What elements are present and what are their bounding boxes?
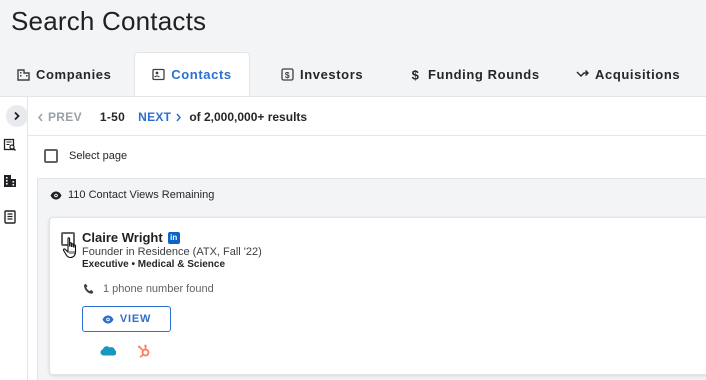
contact-name-row: Claire Wright in <box>82 230 180 245</box>
phone-count: 1 phone number found <box>103 283 214 295</box>
divider <box>28 135 706 136</box>
building-icon[interactable] <box>3 174 17 188</box>
tab-label: Contacts <box>171 67 232 82</box>
svg-text:$: $ <box>412 68 420 81</box>
tab-label: Companies <box>36 66 112 82</box>
side-rail <box>0 97 28 380</box>
hand-cursor-icon <box>62 237 77 259</box>
eye-icon <box>102 315 114 323</box>
chevron-right-icon <box>14 111 20 121</box>
results-list: 110 Contact Views Remaining Claire Wrigh… <box>37 178 706 380</box>
results-count: of 2,000,000+ results <box>189 110 308 124</box>
view-contact-button[interactable]: VIEW <box>82 306 171 332</box>
building-icon <box>17 68 30 81</box>
chevron-left-icon <box>38 113 43 121</box>
contact-tags: Executive • Medical & Science <box>82 259 226 270</box>
results-panel: PREV 1-50 NEXT of 2,000,000+ results Sel… <box>0 96 706 380</box>
contact-name[interactable]: Claire Wright <box>82 230 163 245</box>
tab-label: Funding Rounds <box>428 66 540 82</box>
hubspot-icon[interactable] <box>137 344 151 358</box>
tab-label: Acquisitions <box>595 66 681 82</box>
tab-label: Investors <box>300 66 364 82</box>
salesforce-icon[interactable] <box>100 344 116 358</box>
select-page-label: Select page <box>69 150 128 162</box>
tab-investors[interactable]: $ Investors <box>281 52 363 96</box>
document-icon[interactable] <box>3 210 17 224</box>
dollar-square-icon: $ <box>281 67 294 81</box>
view-label: VIEW <box>119 313 152 325</box>
dollar-icon: $ <box>412 68 420 81</box>
linkedin-icon[interactable]: in <box>167 231 180 244</box>
views-remaining-label: 110 Contact Views Remaining <box>68 189 215 201</box>
eye-icon <box>50 191 62 199</box>
views-remaining: 110 Contact Views Remaining <box>50 189 214 201</box>
next-page-button[interactable]: NEXT <box>138 110 182 124</box>
tab-contacts[interactable]: Contacts <box>134 52 250 96</box>
page-range: 1-50 <box>99 110 126 124</box>
pagination: PREV 1-50 NEXT of 2,000,000+ results <box>37 109 307 125</box>
tab-bar: Companies Contacts $ Investors $ Funding… <box>0 52 706 96</box>
search-list-icon[interactable] <box>3 138 17 152</box>
chevron-right-icon <box>176 113 182 121</box>
tab-acquisitions[interactable]: Acquisitions <box>576 52 680 96</box>
prev-label: PREV <box>48 110 82 124</box>
select-page-row: Select page <box>44 149 127 163</box>
expand-rail-button[interactable] <box>6 105 28 127</box>
contact-card-icon <box>152 68 165 81</box>
phone-info: 1 phone number found <box>83 283 214 295</box>
contact-title: Founder in Residence (ATX, Fall '22) <box>82 246 262 258</box>
select-page-checkbox[interactable] <box>44 149 58 163</box>
tab-funding-rounds[interactable]: $ Funding Rounds <box>409 52 540 96</box>
next-label: NEXT <box>138 110 172 124</box>
svg-text:$: $ <box>285 69 290 79</box>
contact-card[interactable]: Claire Wright in Founder in Residence (A… <box>49 217 706 375</box>
merge-arrow-icon <box>576 69 589 77</box>
tab-companies[interactable]: Companies <box>17 52 111 96</box>
phone-icon <box>83 283 94 294</box>
page-title: Search Contacts <box>11 6 207 36</box>
prev-page-button[interactable]: PREV <box>37 110 82 124</box>
